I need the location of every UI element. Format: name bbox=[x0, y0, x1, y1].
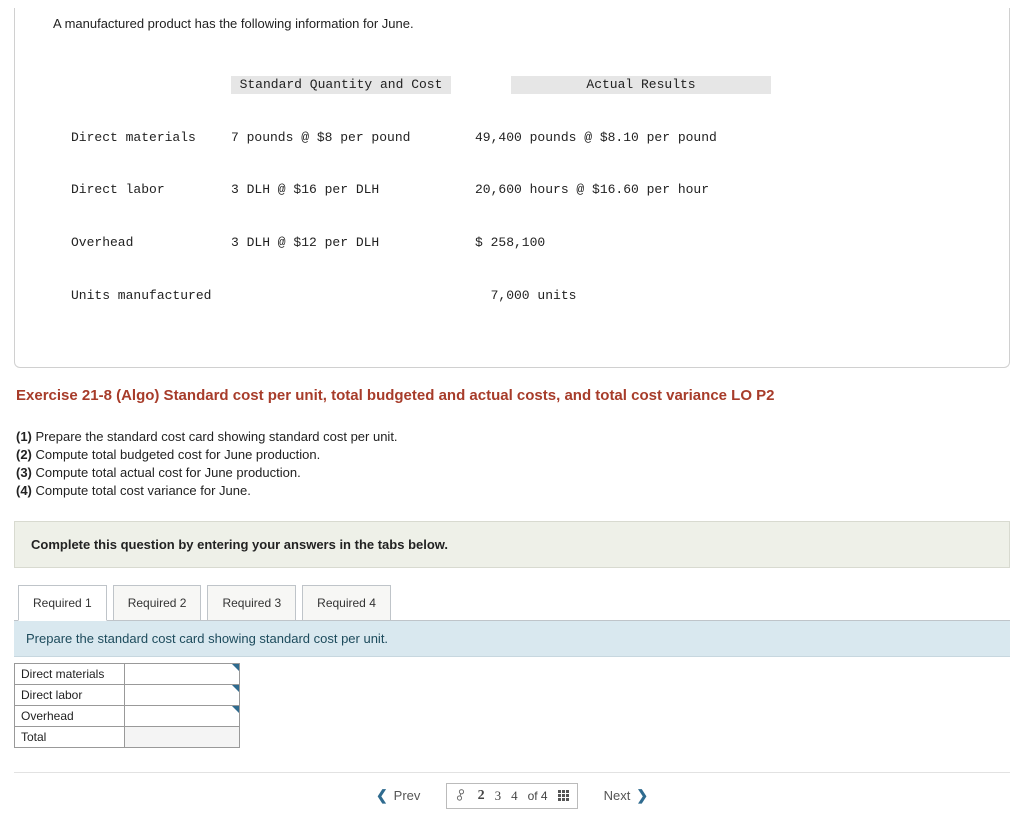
table-row: Direct labor bbox=[15, 684, 240, 705]
prev-label: Prev bbox=[394, 788, 421, 803]
cell-actual: 7,000 units bbox=[475, 287, 755, 305]
tab-required-3[interactable]: Required 3 bbox=[207, 585, 296, 621]
col-header-standard: Standard Quantity and Cost bbox=[231, 76, 451, 94]
dropdown-indicator-icon bbox=[232, 685, 239, 692]
givens-table: Standard Quantity and Cost Actual Result… bbox=[71, 41, 991, 339]
dropdown-indicator-icon bbox=[232, 664, 239, 671]
intro-text: A manufactured product has the following… bbox=[53, 16, 991, 31]
cell-std: 7 pounds @ $8 per pound bbox=[231, 129, 451, 147]
col-header-actual: Actual Results bbox=[511, 76, 771, 94]
tab-panel: Prepare the standard cost card showing s… bbox=[14, 620, 1010, 748]
cell-actual: $ 258,100 bbox=[475, 234, 755, 252]
tabs-row: Required 1 Required 2 Required 3 Require… bbox=[14, 584, 1010, 620]
complete-instruction-bar: Complete this question by entering your … bbox=[14, 521, 1010, 568]
cell-actual: 20,600 hours @ $16.60 per hour bbox=[475, 181, 755, 199]
table-row: Total bbox=[15, 726, 240, 747]
exercise-title: Exercise 21-8 (Algo) Standard cost per u… bbox=[16, 386, 1008, 406]
tab-instruction: Prepare the standard cost card showing s… bbox=[14, 621, 1010, 657]
page-3[interactable]: 3 bbox=[495, 788, 502, 804]
page-indicator-box: ☍ 2 3 4 of 4 bbox=[446, 783, 577, 809]
row-label: Direct labor bbox=[15, 684, 125, 705]
row-label: Direct materials bbox=[71, 129, 231, 147]
link-icon: ☍ bbox=[452, 786, 471, 805]
tab-required-2[interactable]: Required 2 bbox=[113, 585, 202, 621]
cost-input-dl[interactable] bbox=[125, 684, 240, 705]
cell-actual: 49,400 pounds @ $8.10 per pound bbox=[475, 129, 755, 147]
chevron-right-icon: ❯ bbox=[636, 787, 648, 804]
page-2[interactable]: 2 bbox=[478, 788, 485, 804]
table-row: Overhead bbox=[15, 705, 240, 726]
row-label: Total bbox=[15, 726, 125, 747]
standard-cost-card-table: Direct materials Direct labor Overhead T… bbox=[14, 663, 240, 748]
grid-view-icon[interactable] bbox=[558, 790, 569, 801]
cell-std: 3 DLH @ $12 per DLH bbox=[231, 234, 451, 252]
row-label: Overhead bbox=[15, 705, 125, 726]
page-of-text: of 4 bbox=[528, 789, 548, 803]
instructions-list: (1) Prepare the standard cost card showi… bbox=[16, 428, 1008, 501]
next-label: Next bbox=[604, 788, 631, 803]
chevron-left-icon: ❮ bbox=[376, 787, 388, 804]
row-label: Units manufactured bbox=[71, 287, 231, 305]
pager: ❮ Prev ☍ 2 3 4 of 4 Next ❯ bbox=[14, 772, 1010, 819]
cost-input-dm[interactable] bbox=[125, 663, 240, 684]
row-label: Direct materials bbox=[15, 663, 125, 684]
cost-total-cell bbox=[125, 726, 240, 747]
table-row: Direct materials bbox=[15, 663, 240, 684]
page-4[interactable]: 4 bbox=[511, 788, 518, 804]
cost-input-oh[interactable] bbox=[125, 705, 240, 726]
next-button[interactable]: Next ❯ bbox=[596, 783, 656, 808]
tab-required-1[interactable]: Required 1 bbox=[18, 585, 107, 621]
cell-std bbox=[231, 287, 451, 305]
tab-required-4[interactable]: Required 4 bbox=[302, 585, 391, 621]
problem-info-box: A manufactured product has the following… bbox=[14, 8, 1010, 368]
row-label: Overhead bbox=[71, 234, 231, 252]
cell-std: 3 DLH @ $16 per DLH bbox=[231, 181, 451, 199]
dropdown-indicator-icon bbox=[232, 706, 239, 713]
prev-button[interactable]: ❮ Prev bbox=[368, 783, 428, 808]
row-label: Direct labor bbox=[71, 181, 231, 199]
